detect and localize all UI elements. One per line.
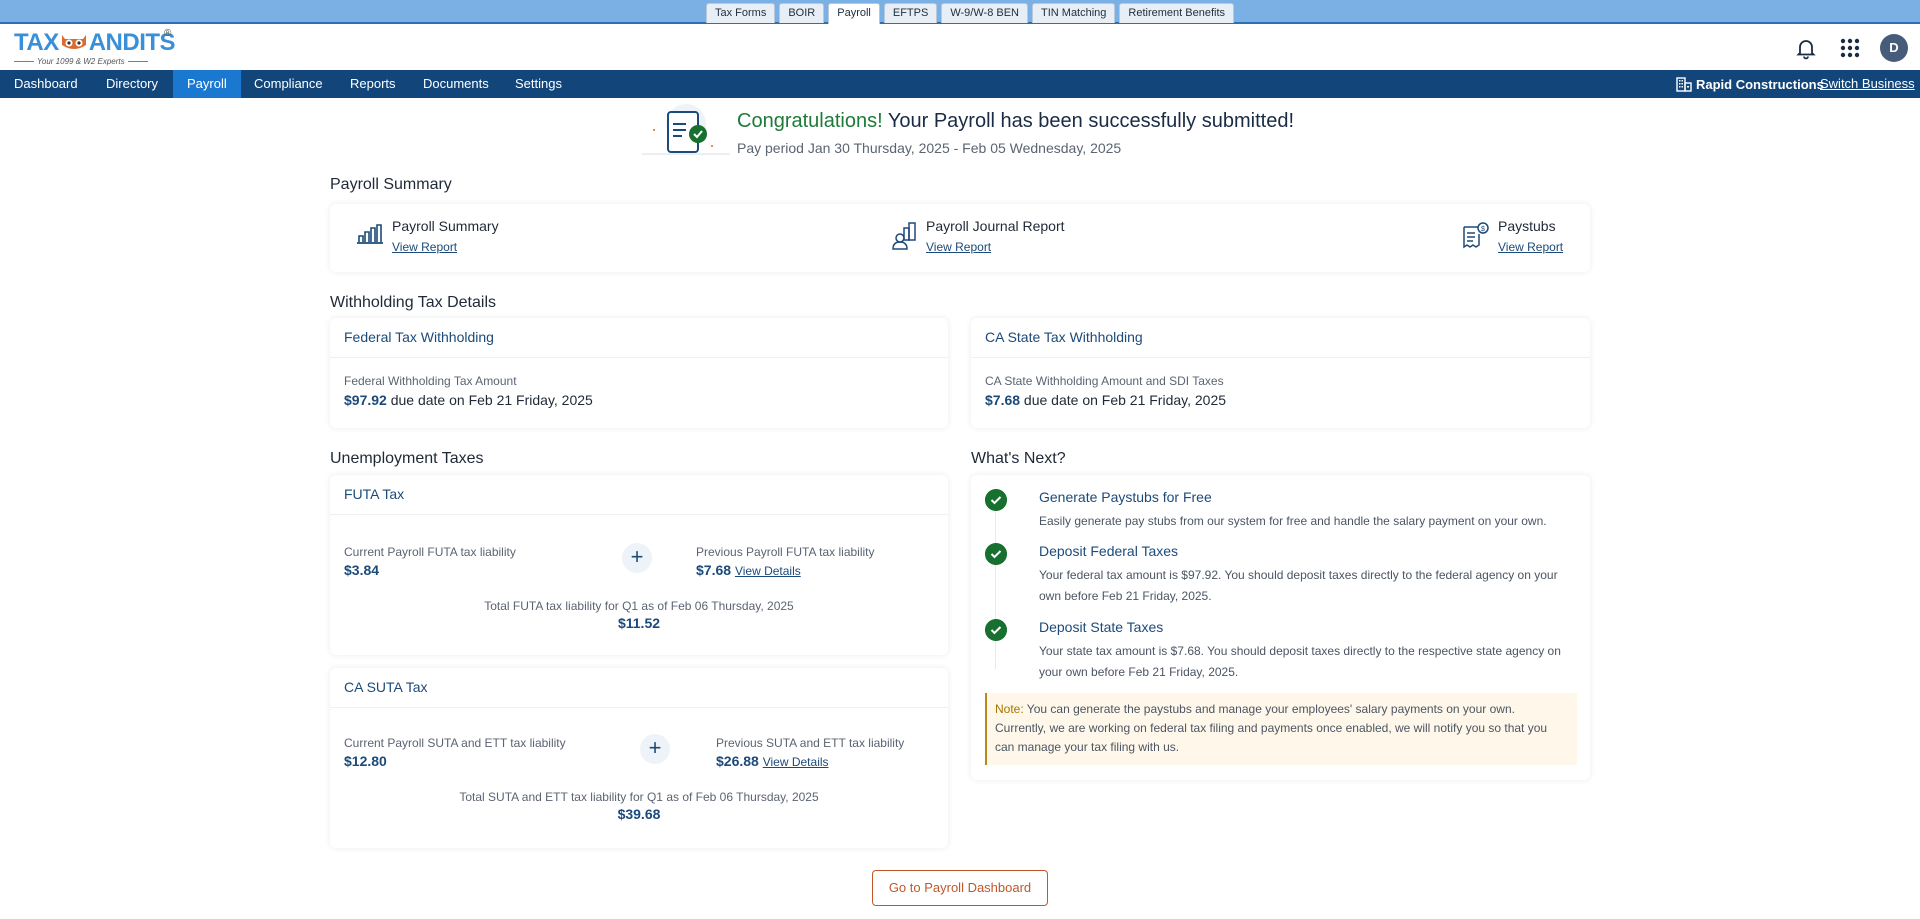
bar-chart-icon [357, 224, 383, 244]
check-circle-icon [985, 489, 1007, 511]
view-details-link[interactable]: View Details [763, 755, 829, 769]
federal-amount-label: Federal Withholding Tax Amount [344, 374, 517, 388]
state-amount-due: $7.68 due date on Feb 21 Friday, 2025 [985, 392, 1227, 408]
paystub-icon: $ [1463, 222, 1489, 249]
payroll-summary-card: Payroll Summary View Report Payroll Journ… [330, 204, 1590, 272]
nav-payroll[interactable]: Payroll [173, 70, 241, 98]
product-strip: Tax Forms BOIR Payroll EFTPS W-9/W-8 BEN… [0, 0, 1920, 24]
suta-card: CA SUTA Tax Current Payroll SUTA and ETT… [330, 668, 948, 848]
nav-reports[interactable]: Reports [336, 70, 410, 98]
go-to-payroll-dashboard-button[interactable]: Go to Payroll Dashboard [872, 870, 1048, 906]
futa-card: FUTA Tax Current Payroll FUTA tax liabil… [330, 475, 948, 655]
futa-total-label: Total FUTA tax liability for Q1 as of Fe… [484, 599, 794, 613]
suta-current-amount: $12.80 [344, 753, 387, 769]
logo[interactable]: TAX ANDITS ® Your 1099 & W2 Experts [14, 28, 184, 68]
journal-report-icon [892, 222, 916, 250]
card-title: CA SUTA Tax [330, 668, 948, 708]
federal-amount-due: $97.92 due date on Feb 21 Friday, 2025 [344, 392, 593, 408]
main-nav: Dashboard Directory Payroll Compliance R… [0, 70, 1920, 98]
view-report-link[interactable]: View Report [926, 240, 1065, 254]
card-title: FUTA Tax [330, 475, 948, 515]
state-amount-label: CA State Withholding Amount and SDI Taxe… [985, 374, 1224, 388]
nav-compliance[interactable]: Compliance [240, 70, 337, 98]
business-name: Rapid Constructions [1696, 77, 1824, 92]
nav-settings[interactable]: Settings [501, 70, 576, 98]
check-circle-icon [985, 619, 1007, 641]
product-tab-payroll[interactable]: Payroll [828, 3, 880, 24]
current-business: Rapid Constructions [1676, 77, 1824, 92]
whats-next-title: What's Next? [971, 450, 1066, 467]
nav-dashboard[interactable]: Dashboard [0, 70, 92, 98]
svg-text:$: $ [1481, 226, 1485, 233]
payroll-summary-title: Payroll Summary [330, 176, 452, 193]
withholding-title: Withholding Tax Details [330, 294, 497, 311]
product-tab-boir[interactable]: BOIR [779, 3, 825, 23]
logo-tagline: Your 1099 & W2 Experts [14, 57, 184, 66]
product-tab-eftps[interactable]: EFTPS [883, 3, 938, 23]
view-details-link[interactable]: View Details [735, 564, 801, 578]
user-avatar[interactable]: D [1880, 34, 1908, 62]
unemployment-title: Unemployment Taxes [330, 450, 484, 467]
pay-period: Pay period Jan 30 Thursday, 2025 - Feb 0… [737, 140, 1122, 156]
view-report-link[interactable]: View Report [1498, 240, 1563, 254]
futa-total-amount: $11.52 [617, 615, 661, 631]
suta-previous-label: Previous SUTA and ETT tax liability [716, 736, 905, 750]
building-icon [1676, 77, 1692, 92]
card-title: CA State Tax Withholding [971, 318, 1590, 358]
switch-business-link[interactable]: Switch Business [1820, 76, 1915, 91]
note-box: Note: You can generate the paystubs and … [985, 693, 1577, 765]
card-title: Federal Tax Withholding [330, 318, 948, 358]
registered-mark: ® [164, 28, 172, 39]
suta-previous: $26.88 View Details [716, 753, 829, 769]
logo-wordmark: TAX ANDITS [14, 29, 176, 56]
nav-directory[interactable]: Directory [92, 70, 172, 98]
futa-current-label: Current Payroll FUTA tax liability [344, 545, 516, 559]
plus-icon: + [622, 543, 652, 573]
nav-documents[interactable]: Documents [409, 70, 503, 98]
apps-grid-icon[interactable] [1838, 36, 1862, 60]
suta-total-label: Total SUTA and ETT tax liability for Q1 … [459, 790, 819, 804]
report-paystubs: $ Paystubs View Report [1462, 218, 1563, 254]
futa-previous: $7.68 View Details [696, 562, 801, 578]
header: TAX ANDITS ® Your 1099 & W2 Experts D [0, 24, 1920, 70]
owl-logo-icon [61, 35, 86, 49]
futa-previous-label: Previous Payroll FUTA tax liability [696, 545, 875, 559]
product-tab-tin-matching[interactable]: TIN Matching [1032, 3, 1116, 23]
report-payroll-journal: Payroll Journal Report View Report [892, 218, 1065, 254]
report-payroll-summary: Payroll Summary View Report [356, 218, 499, 254]
product-tab-w9-w8ben[interactable]: W-9/W-8 BEN [941, 3, 1028, 23]
product-tab-tax-forms[interactable]: Tax Forms [706, 3, 776, 23]
federal-withholding-card: Federal Tax Withholding Federal Withhold… [330, 318, 948, 428]
plus-icon: + [640, 734, 670, 764]
suta-total-amount: $39.68 [617, 806, 661, 822]
timeline-line [995, 499, 996, 669]
product-tabs: Tax Forms BOIR Payroll EFTPS W-9/W-8 BEN… [706, 3, 1235, 24]
note-label: Note: [995, 702, 1024, 716]
futa-current-amount: $3.84 [344, 562, 380, 578]
product-tab-retirement-benefits[interactable]: Retirement Benefits [1119, 3, 1235, 23]
suta-current-label: Current Payroll SUTA and ETT tax liabili… [344, 736, 566, 750]
success-heading: Congratulations! Your Payroll has been s… [737, 110, 1294, 132]
whats-next-card: Generate Paystubs for Free Easily genera… [971, 475, 1590, 780]
bell-icon[interactable] [1794, 36, 1818, 60]
document-success-icon [642, 104, 730, 155]
state-withholding-card: CA State Tax Withholding CA State Withho… [971, 318, 1590, 428]
view-report-link[interactable]: View Report [392, 240, 499, 254]
check-circle-icon [985, 543, 1007, 565]
